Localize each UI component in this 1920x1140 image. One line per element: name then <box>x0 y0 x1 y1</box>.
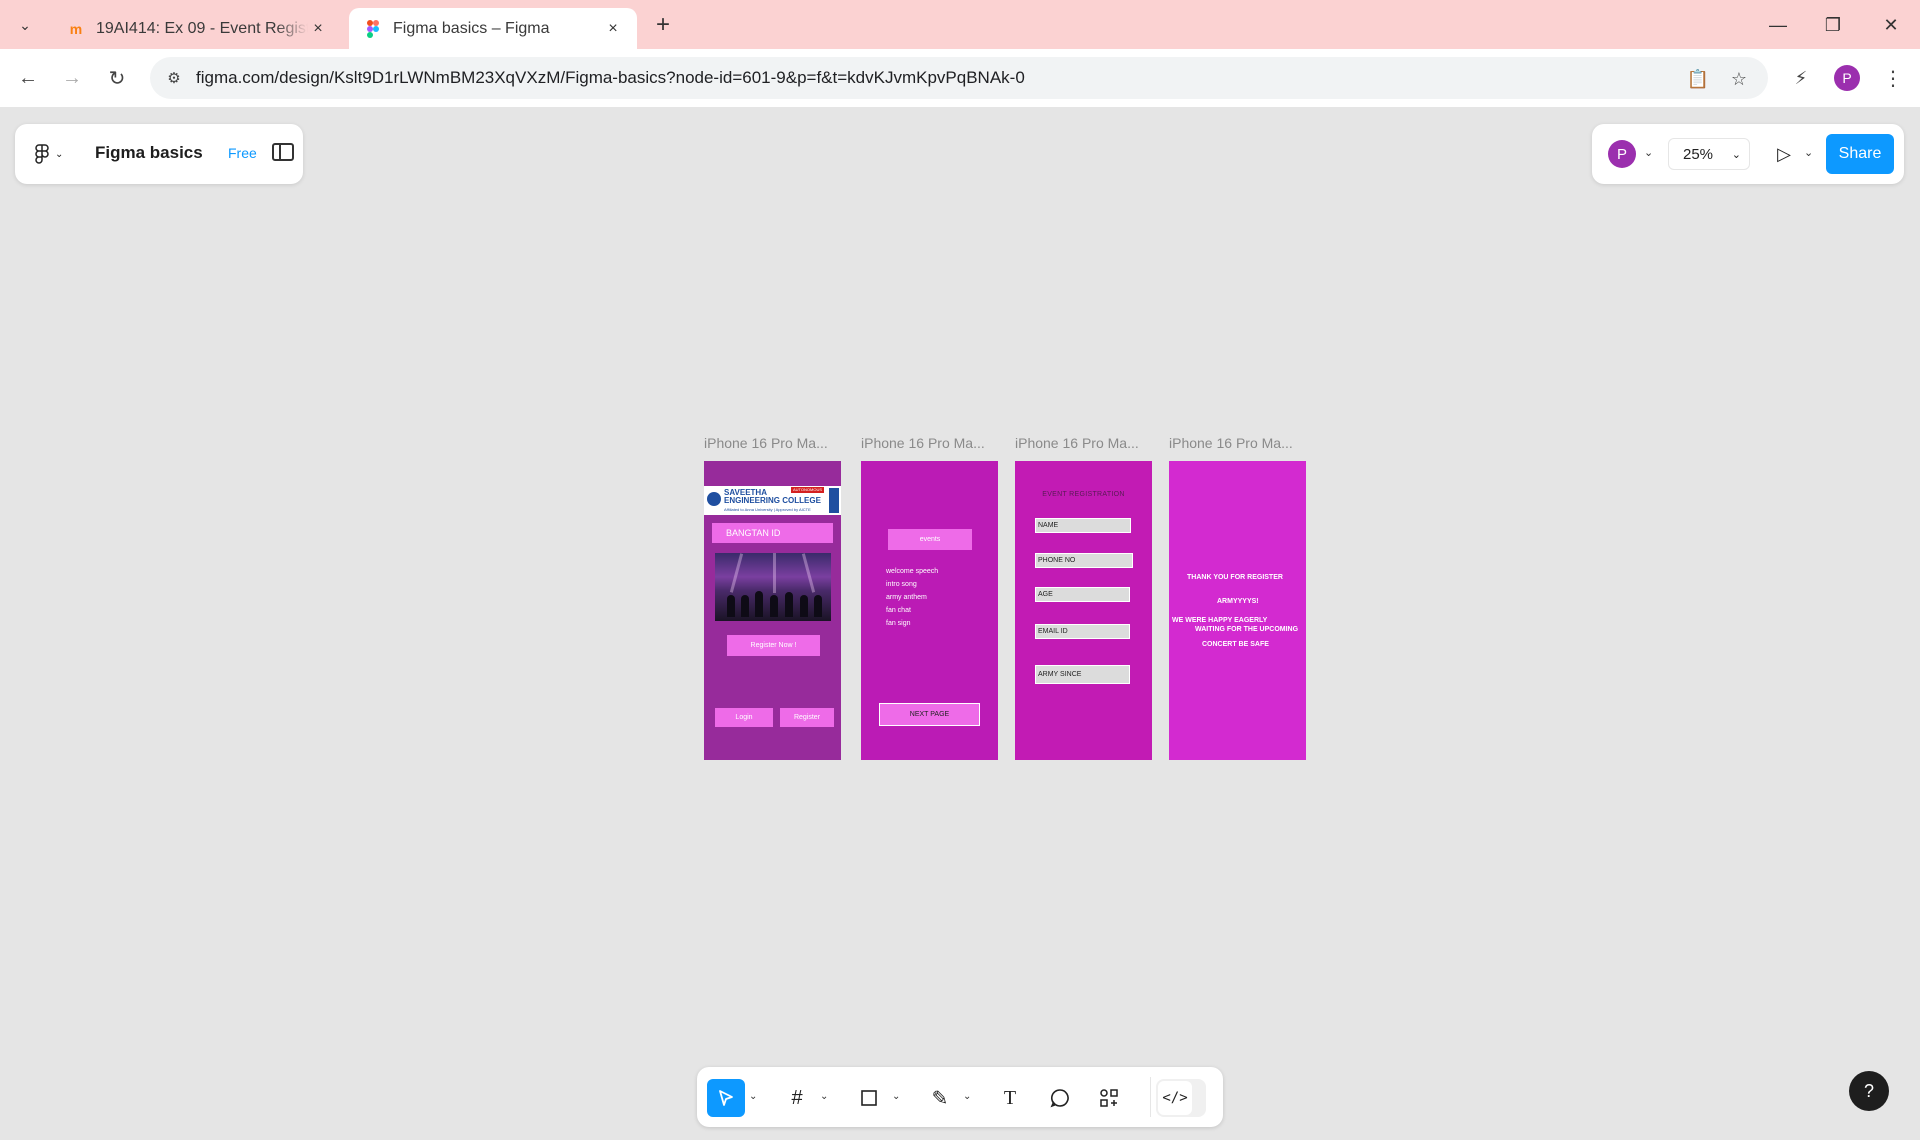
file-panel: ⌄ Figma basics Free <box>15 124 303 184</box>
address-bar[interactable]: ⚙ figma.com/design/Kslt9D1rLWNmBM23XqVXz… <box>150 57 1768 99</box>
tab-figma[interactable]: Figma basics – Figma × <box>349 8 637 49</box>
tab-title: Figma basics – Figma <box>393 19 550 37</box>
email-field[interactable]: EMAIL ID <box>1035 624 1130 639</box>
tab-moodle[interactable]: m 19AI414: Ex 09 - Event Registrat × <box>52 8 342 49</box>
close-window-icon[interactable]: ✕ <box>1876 10 1906 40</box>
list-item: fan chat <box>886 607 911 614</box>
frame-label-4[interactable]: iPhone 16 Pro Ma... <box>1169 435 1293 451</box>
back-icon[interactable]: ← <box>13 63 43 93</box>
chevron-down-icon[interactable]: ⌄ <box>1804 146 1813 159</box>
logo-emblem-right <box>829 488 839 513</box>
list-item: army anthem <box>886 594 927 601</box>
bottom-toolbar: ⌄ # ⌄ ⌄ ✎ ⌄ T </> <box>697 1067 1223 1127</box>
move-tool-icon[interactable] <box>707 1079 745 1117</box>
frame-label-1[interactable]: iPhone 16 Pro Ma... <box>704 435 828 451</box>
forward-icon[interactable]: → <box>57 63 87 93</box>
chevron-down-icon[interactable]: ⌄ <box>1644 146 1653 159</box>
present-play-icon[interactable]: ▷ <box>1772 142 1796 166</box>
help-button[interactable]: ? <box>1849 1071 1889 1111</box>
frame-tool-icon[interactable]: # <box>778 1079 816 1117</box>
events-title: events <box>888 529 972 550</box>
toolbar-divider <box>1150 1077 1151 1117</box>
list-item: fan sign <box>886 620 911 627</box>
zoom-dropdown[interactable]: 25% ⌄ <box>1668 138 1750 170</box>
comment-tool-icon[interactable] <box>1041 1079 1079 1117</box>
events-list: welcome speech intro song army anthem fa… <box>886 565 938 630</box>
url-text: figma.com/design/Kslt9D1rLWNmBM23XqVXzM/… <box>196 68 1025 87</box>
frame-label-2[interactable]: iPhone 16 Pro Ma... <box>861 435 985 451</box>
register-button[interactable]: Register <box>780 708 834 727</box>
moodle-icon: m <box>69 20 83 37</box>
site-info-icon[interactable]: ⚙ <box>164 68 184 88</box>
minimize-icon[interactable]: — <box>1763 10 1793 40</box>
user-avatar[interactable]: P <box>1608 140 1636 168</box>
next-page-button[interactable]: NEXT PAGE <box>879 703 980 726</box>
chevron-down-icon: ⌄ <box>1731 148 1741 161</box>
header-right-panel: P ⌄ 25% ⌄ ▷ ⌄ Share <box>1592 124 1904 184</box>
actions-tool-icon[interactable] <box>1090 1079 1128 1117</box>
extensions-icon[interactable]: ⚡ <box>1786 63 1816 93</box>
chevron-down-icon[interactable]: ⌄ <box>963 1091 971 1102</box>
text-tool-icon[interactable]: T <box>991 1079 1029 1117</box>
browser-menu-icon[interactable]: ⋮ <box>1878 63 1908 93</box>
close-tab-icon[interactable]: × <box>308 20 328 38</box>
register-now-button[interactable]: Register Now ! <box>727 635 820 656</box>
thanks-line-1: THANK YOU FOR REGISTER <box>1187 574 1283 581</box>
chevron-down-icon[interactable]: ⌄ <box>749 1091 757 1102</box>
thanks-line-2: ARMYYYYS! <box>1217 598 1259 605</box>
chevron-down-icon[interactable]: ⌄ <box>892 1091 900 1102</box>
frame-registration[interactable]: EVENT REGISTRATION NAME PHONE NO AGE EMA… <box>1015 461 1152 760</box>
rectangle-tool-icon[interactable] <box>850 1079 888 1117</box>
frame-home[interactable]: SAVEETHA ENGINEERING COLLEGE AUTONOMOUS … <box>704 461 841 760</box>
zoom-value: 25% <box>1683 145 1714 163</box>
figma-canvas[interactable]: ⌄ Figma basics Free P ⌄ 25% ⌄ ▷ ⌄ Share … <box>0 107 1920 1140</box>
reload-icon[interactable]: ↻ <box>102 63 132 93</box>
bookmark-star-icon[interactable]: ☆ <box>1727 67 1751 91</box>
frame-events[interactable]: events welcome speech intro song army an… <box>861 461 998 760</box>
chevron-down-icon[interactable]: ⌄ <box>820 1091 828 1102</box>
bangtan-id-title: BANGTAN ID <box>712 523 833 543</box>
college-logo: SAVEETHA ENGINEERING COLLEGE AUTONOMOUS … <box>704 486 841 515</box>
clipboard-icon[interactable]: 📋 <box>1686 67 1710 91</box>
new-tab-button[interactable]: + <box>650 11 676 38</box>
form-title: EVENT REGISTRATION <box>1042 491 1125 498</box>
restore-icon[interactable]: ❐ <box>1818 10 1848 40</box>
code-icon: </> <box>1158 1081 1192 1115</box>
tab-title: 19AI414: Ex 09 - Event Registrat <box>96 19 308 37</box>
college-emblem-icon <box>707 492 721 506</box>
file-title[interactable]: Figma basics <box>95 143 203 163</box>
frame-label-3[interactable]: iPhone 16 Pro Ma... <box>1015 435 1139 451</box>
login-button[interactable]: Login <box>715 708 773 727</box>
dev-mode-toggle[interactable]: </> <box>1156 1079 1206 1117</box>
plan-badge[interactable]: Free <box>228 145 257 161</box>
figma-icon <box>363 19 383 39</box>
frame-thank-you[interactable]: THANK YOU FOR REGISTER ARMYYYYS! WE WERE… <box>1169 461 1306 760</box>
browser-tab-bar: ⌄ m 19AI414: Ex 09 - Event Registrat × F… <box>0 0 1920 49</box>
name-field[interactable]: NAME <box>1035 518 1131 533</box>
college-affiliation: Affiliated to Anna University | Approved… <box>724 507 811 512</box>
browser-toolbar: ← → ↻ ⚙ figma.com/design/Kslt9D1rLWNmBM2… <box>0 49 1920 107</box>
age-field[interactable]: AGE <box>1035 587 1130 602</box>
concert-photo <box>715 553 831 621</box>
phone-field[interactable]: PHONE NO <box>1035 553 1133 568</box>
share-button[interactable]: Share <box>1826 134 1894 174</box>
thanks-line-4: WAITING FOR THE UPCOMING <box>1195 626 1299 633</box>
tab-search-chevron-icon[interactable]: ⌄ <box>12 12 38 38</box>
autonomous-badge: AUTONOMOUS <box>791 487 824 493</box>
thanks-line-3: WE WERE HAPPY EAGERLY <box>1172 617 1268 624</box>
pen-tool-icon[interactable]: ✎ <box>921 1079 959 1117</box>
toggle-sidebar-icon[interactable] <box>272 143 294 161</box>
figma-main-menu-icon[interactable]: ⌄ <box>35 141 75 167</box>
thanks-line-5: CONCERT BE SAFE <box>1202 641 1269 648</box>
close-tab-icon[interactable]: × <box>603 20 623 38</box>
list-item: welcome speech <box>886 568 939 575</box>
army-since-field[interactable]: ARMY SINCE <box>1035 665 1130 684</box>
list-item: intro song <box>886 581 917 588</box>
browser-profile-avatar[interactable]: P <box>1834 65 1860 91</box>
